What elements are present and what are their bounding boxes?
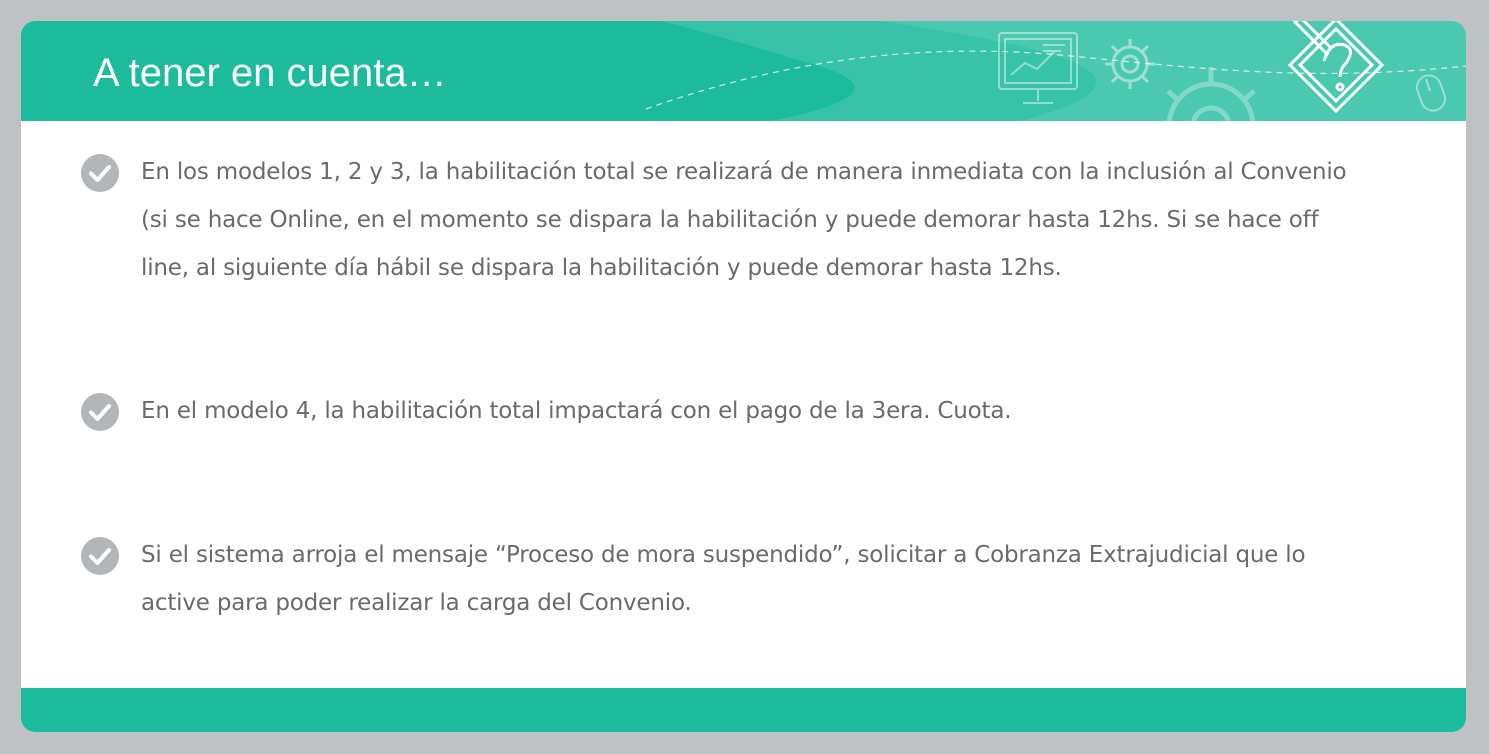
list-item: En el modelo 4, la habilitación total im…	[81, 387, 1381, 437]
slide-footer-bar	[21, 688, 1466, 732]
mouse-icon	[1415, 74, 1447, 112]
slide-card: A tener en cuenta… En los modelos 1, 2 y…	[21, 21, 1466, 732]
check-circle-icon	[81, 393, 119, 431]
check-circle-icon	[81, 154, 119, 192]
list-item-text: En el modelo 4, la habilitación total im…	[141, 398, 1012, 424]
list-item: En los modelos 1, 2 y 3, la habilitación…	[81, 148, 1381, 298]
check-circle-icon	[81, 537, 119, 575]
gear-large-icon	[1166, 67, 1256, 121]
list-item-text: En los modelos 1, 2 y 3, la habilitación…	[141, 159, 1347, 281]
slide-header: A tener en cuenta…	[21, 21, 1466, 121]
list-item-text: Si el sistema arroja el mensaje “Proceso…	[141, 542, 1306, 616]
list-item: Si el sistema arroja el mensaje “Proceso…	[81, 531, 1381, 631]
presentation-chart-icon	[998, 32, 1078, 104]
pencil-edit-icon	[1287, 21, 1385, 114]
page-title: A tener en cuenta…	[93, 51, 447, 95]
